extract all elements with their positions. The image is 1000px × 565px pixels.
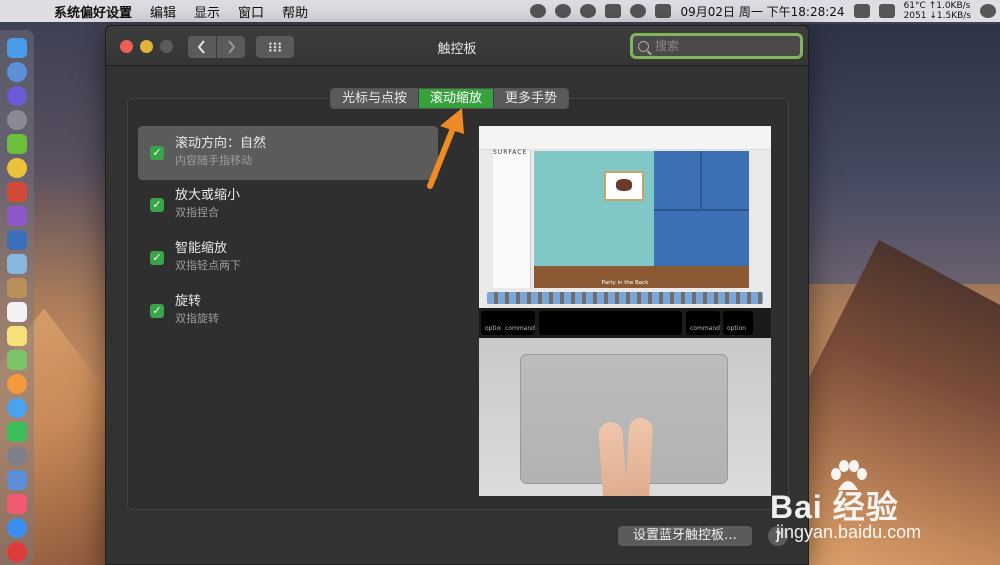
photos-icon[interactable]: [7, 374, 27, 394]
option-description: 双指轻点两下: [175, 259, 241, 272]
preview-laptop-body: [479, 338, 771, 496]
clock[interactable]: 09月02日 周一 下午18:28:24: [680, 3, 844, 20]
option-label: 旋转: [175, 294, 202, 309]
menubar: 系统偏好设置 编辑 显示 窗口 帮助 09月02日 周一 下午18:28:24 …: [0, 0, 1000, 22]
desktop-sky: [800, 24, 1000, 284]
status-area: 09月02日 周一 下午18:28:24 61°C ↑1.0KB/s 2051 …: [530, 0, 996, 22]
cpu-temp: 61°C: [903, 1, 926, 11]
preview-dock: [487, 292, 763, 304]
preview-picture: [604, 171, 644, 201]
checkbox-zoom[interactable]: ✓: [150, 198, 164, 212]
option-smart-zoom[interactable]: ✓ 智能缩放 双指轻点两下: [138, 231, 438, 285]
vivaldi-icon[interactable]: [7, 542, 27, 562]
android-icon[interactable]: [7, 134, 27, 154]
upload-speed: ↑1.0KB/s: [928, 1, 971, 11]
calendar-icon[interactable]: [655, 4, 672, 18]
key-space: [539, 311, 682, 335]
option-description: 双指旋转: [175, 312, 219, 325]
network-nodes-icon[interactable]: [580, 4, 597, 18]
checkbox-rotate[interactable]: ✓: [150, 304, 164, 318]
finger-right: [624, 417, 654, 496]
preview-fridge: [493, 151, 531, 288]
option-label: 放大或缩小: [175, 188, 241, 203]
option-label: 智能缩放: [175, 241, 228, 256]
messages-icon[interactable]: [7, 398, 27, 418]
system-monitor[interactable]: 61°C ↑1.0KB/s 2051 ↓1.5KB/s: [904, 1, 971, 21]
preview-cabinet: [654, 151, 749, 271]
preferences-window: 触控板 光标与点按 滚动缩放 更多手势 ✓ 滚动方向：自然 内容随手指移动 ✓ …: [105, 25, 809, 565]
preview-caption: Party in the Back: [601, 280, 649, 286]
preview-browser-bar: [479, 126, 771, 150]
option-description: 双指捏合: [175, 206, 219, 219]
notes-icon[interactable]: [7, 326, 27, 346]
app-purple-icon[interactable]: [7, 206, 27, 226]
tab-point-click[interactable]: 光标与点按: [331, 89, 419, 108]
baidu-watermark: Bai 经验 jingyan.baidu.com: [770, 460, 1000, 560]
search-icon: [638, 40, 649, 52]
globe-icon[interactable]: [630, 4, 647, 18]
rocket-icon[interactable]: [7, 110, 27, 130]
download-speed: ↓1.5KB/s: [929, 11, 971, 21]
preview-icon[interactable]: [7, 254, 27, 274]
key-option-right: option: [723, 311, 753, 335]
app-store-icon[interactable]: [7, 518, 27, 538]
preview-brand: SURFACE: [493, 149, 528, 156]
facetime-icon[interactable]: [7, 422, 27, 442]
option-rotate[interactable]: ✓ 旋转 双指旋转: [138, 284, 438, 338]
preview-keyboard: option command command option: [479, 308, 771, 338]
option-description: 内容随手指移动: [175, 154, 252, 167]
menu-window[interactable]: 窗口: [238, 2, 264, 21]
chrome-icon[interactable]: [7, 158, 27, 178]
finder-icon[interactable]: [7, 38, 27, 58]
watermark-url: jingyan.baidu.com: [776, 522, 922, 542]
setup-bluetooth-trackpad-button[interactable]: 设置蓝牙触控板…: [618, 526, 752, 546]
system-preferences-icon[interactable]: [7, 446, 27, 466]
gesture-preview: SURFACE Party in the Back option command…: [479, 126, 771, 496]
keynote-icon[interactable]: [7, 470, 27, 490]
arrow-annotation-icon: [427, 108, 464, 189]
fan-speed: 2051: [903, 11, 927, 21]
compass-icon[interactable]: [555, 4, 572, 18]
checkbox-smart-zoom[interactable]: ✓: [150, 251, 164, 265]
option-scroll-direction[interactable]: ✓ 滚动方向：自然 内容随手指移动: [138, 126, 438, 180]
app-menu[interactable]: 系统偏好设置: [54, 2, 132, 21]
ghost-icon[interactable]: [530, 4, 547, 18]
siri-icon[interactable]: [7, 86, 27, 106]
wifi-icon[interactable]: [980, 4, 996, 18]
screen-icon[interactable]: [853, 4, 870, 18]
tab-more-gestures[interactable]: 更多手势: [493, 89, 569, 108]
contacts-icon[interactable]: [7, 278, 27, 298]
option-label: 滚动方向：自然: [175, 136, 267, 151]
option-zoom[interactable]: ✓ 放大或缩小 双指捏合: [138, 178, 438, 232]
search-input[interactable]: [655, 39, 785, 53]
key-command-left: command: [501, 311, 535, 335]
preview-screen: SURFACE Party in the Back: [479, 126, 771, 308]
calendar-dock-icon[interactable]: [7, 302, 27, 322]
music-icon[interactable]: [7, 494, 27, 514]
bookmark-icon[interactable]: [878, 4, 895, 18]
checkbox-scroll-direction[interactable]: ✓: [150, 146, 164, 160]
launchpad-icon[interactable]: [7, 62, 27, 82]
key-command-right: command: [686, 311, 720, 335]
app-red-icon[interactable]: [7, 182, 27, 202]
titlebar: 触控板: [106, 26, 808, 66]
menu-help[interactable]: 帮助: [282, 2, 308, 21]
dock: [0, 30, 34, 565]
menu-view[interactable]: 显示: [194, 2, 220, 21]
search-field[interactable]: [630, 33, 803, 59]
maps-icon[interactable]: [7, 350, 27, 370]
notification-icon[interactable]: [605, 4, 622, 18]
pen-icon[interactable]: [7, 230, 27, 250]
menu-edit[interactable]: 编辑: [150, 2, 176, 21]
